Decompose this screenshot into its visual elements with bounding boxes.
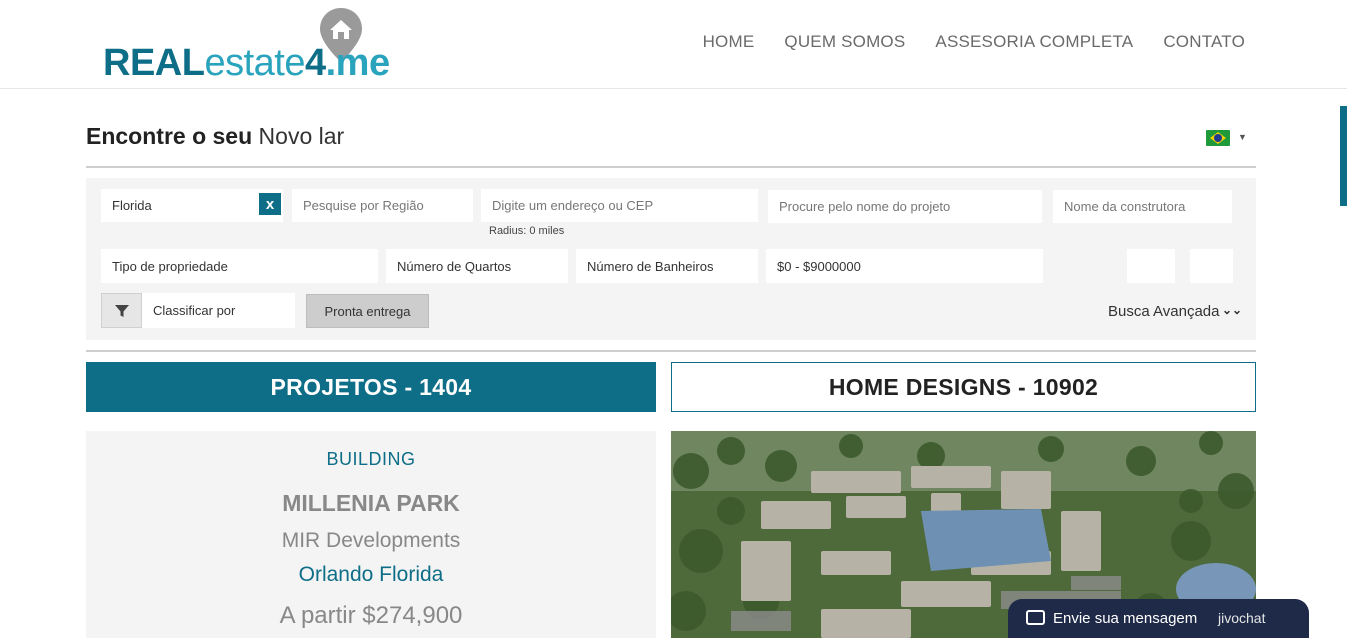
advanced-search-toggle[interactable]: Busca Avançada	[1108, 303, 1219, 320]
logo-estate-text: estate	[204, 42, 305, 84]
location-input[interactable]: Florida	[101, 189, 283, 222]
brazil-flag-icon[interactable]	[1206, 130, 1230, 146]
listing-location: Orlando Florida	[298, 563, 444, 586]
divider	[86, 350, 1256, 352]
chat-brand: jivochat	[1218, 610, 1266, 626]
sort-label: Classificar por	[153, 303, 236, 318]
page: REALestate4.me HOME QUEM SOMOS ASSESORIA…	[0, 0, 1347, 638]
listing-type: BUILDING	[326, 449, 416, 469]
site-logo[interactable]: REALestate4.me	[103, 8, 413, 82]
chat-label: Envie sua mensagem	[1053, 610, 1198, 627]
tab-home-designs[interactable]: HOME DESIGNS - 10902	[671, 362, 1256, 412]
filter-button[interactable]	[101, 293, 142, 328]
scrollbar-thumb[interactable]	[1340, 106, 1347, 206]
nav-home[interactable]: HOME	[703, 32, 755, 52]
region-placeholder: Pesquise por Região	[303, 198, 424, 213]
chat-widget[interactable]: Envie sua mensagem jivochat	[1008, 599, 1309, 638]
ready-delivery-button[interactable]: Pronta entrega	[306, 294, 429, 328]
logo-real-text: REAL	[103, 42, 205, 84]
price-range-label: $0 - $9000000	[777, 258, 861, 274]
bathrooms-select[interactable]: Número de Banheiros	[576, 249, 758, 283]
project-name-input[interactable]: Procure pelo nome do projeto	[768, 190, 1042, 223]
property-type-select[interactable]: Tipo de propriedade	[101, 249, 378, 283]
bedrooms-select[interactable]: Número de Quartos	[386, 249, 568, 283]
double-chevron-down-icon[interactable]: ⌄⌄	[1222, 303, 1242, 317]
nav-quem-somos[interactable]: QUEM SOMOS	[784, 32, 905, 52]
listing-developer: MIR Developments	[281, 529, 461, 552]
close-icon: x	[265, 195, 275, 213]
message-icon	[1026, 610, 1045, 625]
logo-four-text: 4	[304, 42, 326, 84]
title-light: Novo lar	[258, 123, 345, 149]
bedrooms-label: Número de Quartos	[397, 258, 512, 274]
region-input[interactable]: Pesquise por Região	[292, 189, 473, 222]
radius-label: Radius: 0 miles	[489, 225, 565, 237]
listing-name[interactable]: MILLENIA PARK	[86, 490, 656, 517]
tab-projects[interactable]: PROJETOS - 1404	[86, 362, 656, 412]
logo-wordmark: REALestate4.me	[103, 44, 390, 82]
chevron-down-icon[interactable]: ▼	[1238, 132, 1247, 142]
price-range-select[interactable]: $0 - $9000000	[766, 249, 1043, 283]
address-placeholder: Digite um endereço ou CEP	[492, 198, 654, 213]
builder-placeholder: Nome da construtora	[1064, 199, 1186, 214]
clear-location-button[interactable]: x	[259, 193, 281, 215]
main-nav: HOME QUEM SOMOS ASSESORIA COMPLETA CONTA…	[703, 32, 1245, 52]
bathrooms-label: Número de Banheiros	[587, 258, 714, 274]
divider	[86, 166, 1256, 168]
sort-select[interactable]: Classificar por	[142, 293, 295, 328]
funnel-icon	[114, 304, 129, 317]
address-input[interactable]: Digite um endereço ou CEP	[481, 189, 758, 222]
nav-assesoria[interactable]: ASSESORIA COMPLETA	[935, 32, 1133, 52]
title-bold: Encontre o seu	[86, 123, 253, 149]
location-value: Florida	[112, 198, 152, 213]
project-placeholder: Procure pelo nome do projeto	[779, 199, 951, 214]
logo-me-text: .me	[325, 42, 390, 84]
listing-price: A partir $274,900	[279, 602, 463, 629]
builder-name-input[interactable]: Nome da construtora	[1053, 190, 1232, 223]
property-type-label: Tipo de propriedade	[112, 258, 228, 274]
extra-field-2[interactable]	[1190, 249, 1233, 283]
extra-field-1[interactable]	[1127, 249, 1175, 283]
site-header: REALestate4.me HOME QUEM SOMOS ASSESORIA…	[0, 0, 1347, 89]
nav-contato[interactable]: CONTATO	[1163, 32, 1245, 52]
search-title: Encontre o seu Novo lar	[86, 123, 344, 150]
